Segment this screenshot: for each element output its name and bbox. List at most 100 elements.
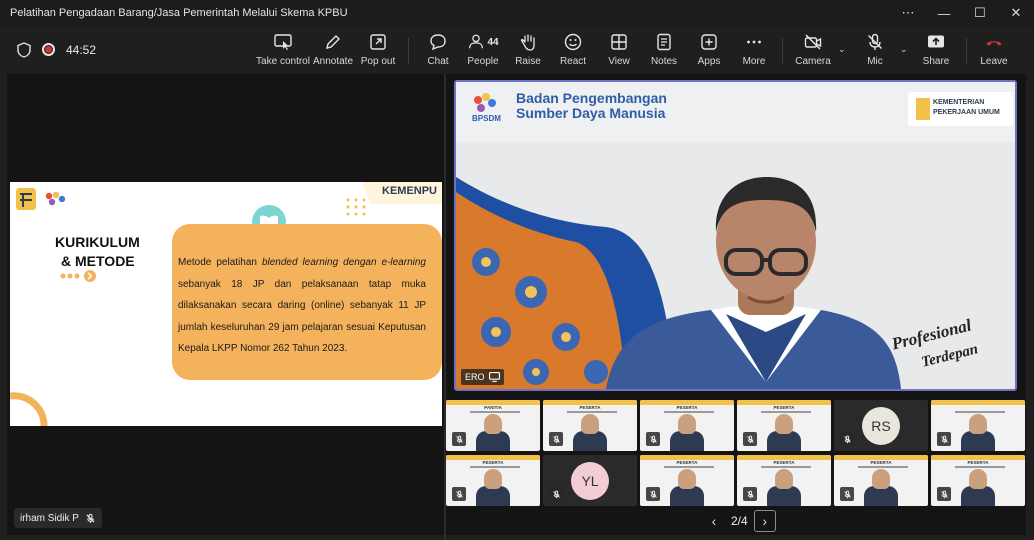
video-thumbnail-part: [961, 486, 995, 506]
mic-off-icon: [937, 432, 951, 446]
participant-tile[interactable]: PESERTA: [640, 400, 734, 451]
pop-out-button[interactable]: Pop out: [361, 32, 395, 70]
org-name-line2: Sumber Daya Manusia: [516, 105, 666, 121]
video-thumbnail-part: [761, 411, 811, 413]
video-thumbnail-part: [484, 469, 502, 489]
close-button[interactable]: ✕: [998, 0, 1034, 26]
shield-icon[interactable]: [17, 42, 31, 58]
participant-tile[interactable]: PANITIA: [446, 400, 540, 451]
maximize-button[interactable]: ☐: [962, 0, 998, 26]
mic-off-icon: [937, 487, 951, 501]
participant-tile[interactable]: PESERTA: [834, 455, 928, 506]
react-button[interactable]: React: [560, 32, 586, 70]
leave-button[interactable]: Leave: [980, 32, 1008, 70]
ministry-logo-text: KEMENPU: [382, 185, 438, 197]
thumbnail-banner-text: PESERTA: [870, 460, 892, 465]
next-page-button[interactable]: ›: [753, 510, 776, 532]
mic-off-icon: [646, 432, 660, 446]
video-thumbnail-part: [767, 431, 801, 451]
speaker-name-tag: ERO: [461, 369, 504, 385]
slide-body-segment: blended learning dengan e-learning: [261, 257, 426, 268]
video-thumbnail-part: [761, 466, 811, 468]
title-bar: Pelatihan Pengadaan Barang/Jasa Pemerint…: [0, 0, 1034, 26]
mic-off-icon: [646, 487, 660, 501]
take-control-label: Take control: [256, 56, 310, 67]
react-label: React: [559, 56, 587, 67]
hand-icon: [520, 34, 535, 51]
slide-body-segment: Metode pelatihan: [178, 257, 262, 268]
take-control-button[interactable]: Take control: [256, 32, 310, 70]
people-button[interactable]: 44 People: [466, 32, 500, 70]
video-thumbnail-part: [955, 466, 1005, 468]
minimize-button[interactable]: —: [926, 0, 962, 26]
video-thumbnail-part: [664, 466, 714, 468]
notes-button[interactable]: Notes: [650, 32, 678, 70]
thumbnail-banner-text: PESERTA: [676, 460, 698, 465]
participant-tile[interactable]: YL: [543, 455, 637, 506]
ellipsis-icon: [747, 40, 761, 44]
notes-icon: [657, 33, 671, 51]
mic-off-icon: [549, 487, 563, 501]
toolbar-divider: [408, 38, 409, 64]
video-thumbnail-part: [969, 469, 987, 489]
thumbnail-banner-text: PESERTA: [482, 460, 504, 465]
share-icon: [928, 35, 944, 48]
participant-tile[interactable]: PESERTA: [737, 400, 831, 451]
annotate-button[interactable]: Annotate: [312, 32, 354, 70]
meeting-window: Pelatihan Pengadaan Barang/Jasa Pemerint…: [0, 0, 1034, 540]
participant-tile[interactable]: PESERTA: [543, 400, 637, 451]
video-thumbnail-part: [969, 414, 987, 434]
video-thumbnail-part: [961, 431, 995, 451]
slide-body-segment: sebanyak 18 JP dan pelaksanaan tatap muk…: [178, 278, 426, 355]
share-label: Share: [922, 56, 950, 67]
mic-button[interactable]: Mic: [864, 32, 886, 70]
share-button[interactable]: Share: [922, 32, 950, 70]
mic-options-chevron-icon[interactable]: ⌄: [900, 44, 908, 55]
raise-hand-button[interactable]: Raise: [515, 32, 541, 70]
camera-button[interactable]: Camera: [795, 32, 831, 70]
more-label: More: [742, 56, 766, 67]
meeting-toolbar: 44:52 Take control Annotate Pop out Chat…: [0, 26, 1034, 74]
meeting-timer: 44:52: [66, 43, 97, 57]
participant-tile[interactable]: PESERTA: [446, 455, 540, 506]
video-thumbnail-part: [476, 431, 510, 451]
view-button[interactable]: View: [606, 32, 632, 70]
spotlight-video[interactable]: Badan Pengembangan Sumber Daya Manusia B…: [454, 80, 1017, 391]
annotate-label: Annotate: [312, 56, 354, 67]
ministry-line2: PEKERJAAN UMUM: [933, 109, 1000, 116]
notes-label: Notes: [650, 56, 678, 67]
participant-tile[interactable]: PESERTA: [931, 455, 1025, 506]
add-apps-icon: [701, 34, 717, 50]
video-thumbnail-part: [775, 414, 793, 434]
video-thumbnail-part: [670, 431, 704, 451]
participant-tile[interactable]: PESERTA: [640, 455, 734, 506]
video-thumbnail-part: [670, 486, 704, 506]
toolbar-divider: [966, 38, 967, 64]
chat-icon: [430, 34, 446, 51]
video-thumbnail-part: [476, 486, 510, 506]
previous-page-button[interactable]: ‹: [703, 510, 725, 532]
people-label: People: [467, 56, 499, 67]
mic-off-icon: [549, 432, 563, 446]
thumbnail-banner-text: PESERTA: [773, 405, 795, 410]
participant-tile[interactable]: [931, 400, 1025, 451]
mic-off-icon: [743, 432, 757, 446]
apps-button[interactable]: Apps: [696, 32, 722, 70]
camera-options-chevron-icon[interactable]: ⌄: [838, 44, 846, 55]
toolbar-divider: [782, 38, 783, 64]
view-label: View: [608, 56, 630, 67]
more-options-icon[interactable]: ⋯: [890, 0, 926, 26]
more-button[interactable]: More: [741, 32, 767, 70]
ministry-line1: KEMENTERIAN: [933, 99, 985, 106]
presentation-slide[interactable]: KEMENPU KURIKULUM & METODE Metode pelati…: [10, 182, 442, 426]
participant-tile[interactable]: PESERTA: [737, 455, 831, 506]
take-control-icon: [274, 34, 292, 50]
participant-tile[interactable]: RS: [834, 400, 928, 451]
chat-button[interactable]: Chat: [424, 32, 452, 70]
pop-out-icon: [370, 34, 386, 50]
mic-off-icon: [840, 432, 854, 446]
video-thumbnail-part: [678, 414, 696, 434]
thumbnail-banner-text: PESERTA: [773, 460, 795, 465]
participant-avatar: YL: [571, 462, 609, 500]
video-thumbnail-part: [484, 414, 502, 434]
